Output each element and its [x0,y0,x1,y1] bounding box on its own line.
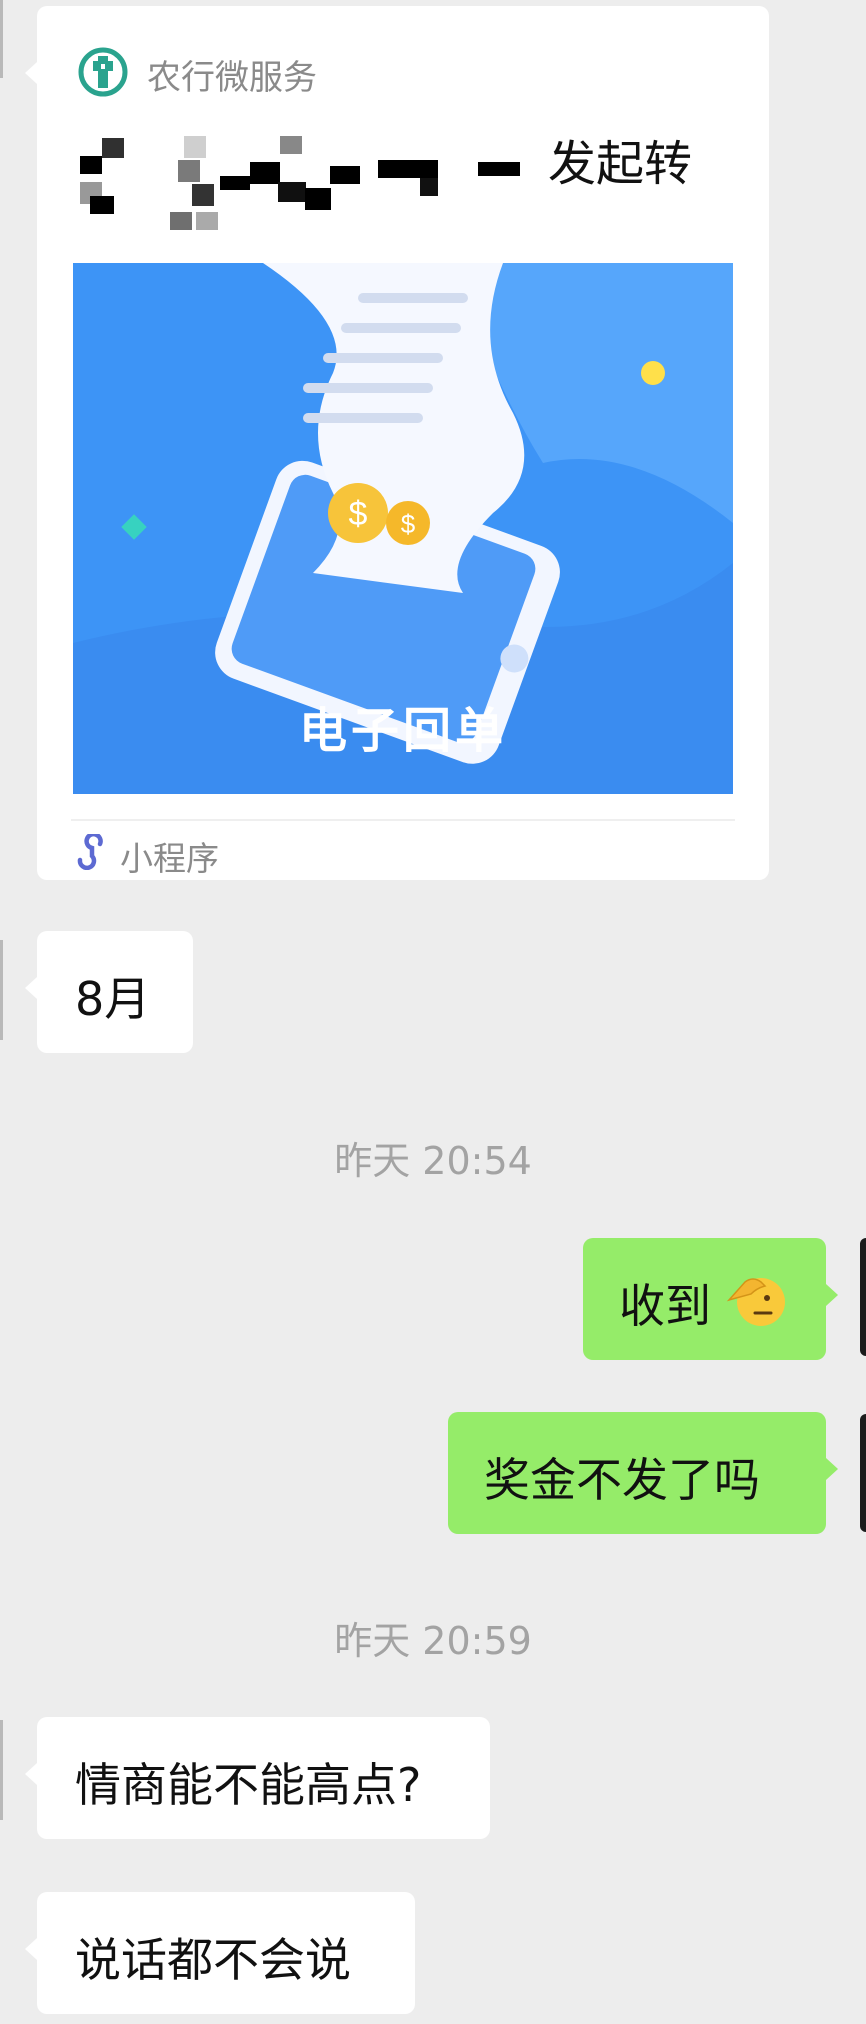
avatar[interactable] [0,1720,3,1820]
incoming-message-bubble[interactable]: 情商能不能高点? [25,1717,490,1839]
service-name: 农行微服务 [147,58,317,98]
card-banner-image: $ $ 电子回单 [73,263,733,794]
avatar[interactable] [860,1414,866,1532]
message-text: 8月 [75,972,151,1026]
outgoing-message-bubble[interactable]: 收到 [583,1238,838,1360]
timestamp: 昨天 20:59 [334,1619,532,1663]
mini-program-label: 小程序 [120,839,219,878]
avatar[interactable] [860,1238,866,1356]
incoming-message-bubble[interactable]: 说话都不会说 [25,1892,415,2014]
avatar[interactable] [0,0,3,78]
banner-caption: 电子回单 [298,703,507,759]
message-text: 情商能不能高点? [75,1758,422,1812]
card-title: 发起转 [548,136,693,192]
svg-text:$: $ [349,495,368,533]
card-divider [71,819,735,821]
avatar[interactable] [0,940,3,1040]
mini-program-card[interactable]: 农行微服务 发起转 $ $ 电子回单 小程序 [25,6,769,880]
timestamp: 昨天 20:54 [334,1139,532,1183]
message-text: 收到 [619,1279,711,1333]
redacted-title [80,126,520,236]
message-text: 奖金不发了吗 [484,1453,760,1507]
abc-bank-logo-icon [77,46,129,98]
outgoing-message-bubble[interactable]: 奖金不发了吗 [448,1412,838,1534]
incoming-message-bubble[interactable]: 8月 [25,931,193,1053]
mini-program-link-icon [72,832,108,871]
svg-text:$: $ [401,509,416,539]
message-text: 说话都不会说 [75,1933,351,1987]
saluting-face-icon [725,1266,791,1332]
